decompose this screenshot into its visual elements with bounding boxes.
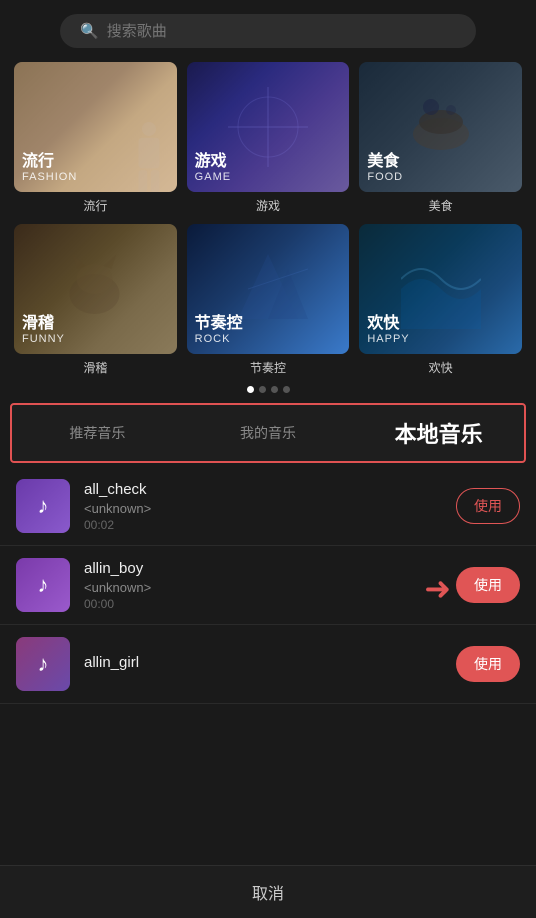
dot-1 bbox=[247, 386, 254, 393]
cancel-label: 取消 bbox=[252, 886, 284, 903]
use-button-allin-girl[interactable]: 使用 bbox=[456, 646, 520, 682]
genre-thumb-happy: 欢快 HAPPY bbox=[359, 224, 522, 354]
genre-text-food: 美食 FOOD bbox=[367, 152, 403, 184]
dot-2 bbox=[259, 386, 266, 393]
song-list: ♪ all_check <unknown> 00:02 使用 ♪ allin_b… bbox=[0, 467, 536, 704]
genre-item-funny[interactable]: 滑稽 FUNNY 滑稽 bbox=[14, 224, 177, 376]
song-artist-all-check: <unknown> bbox=[84, 501, 442, 516]
song-item-allin-girl: ♪ allin_girl 使用 bbox=[0, 625, 536, 704]
genre-thumb-rock: 节奏控 ROCK bbox=[187, 224, 350, 354]
use-button-allin-boy[interactable]: 使用 bbox=[456, 567, 520, 603]
song-info-all-check: all_check <unknown> 00:02 bbox=[84, 481, 442, 532]
song-thumb-allin-girl: ♪ bbox=[16, 637, 70, 691]
song-artist-allin-boy: <unknown> bbox=[84, 580, 442, 595]
genre-item-fashion[interactable]: 流行 FASHION 流行 bbox=[14, 62, 177, 214]
song-duration-allin-boy: 00:00 bbox=[84, 597, 442, 611]
genre-section: 流行 FASHION 流行 游戏 GAME bbox=[0, 58, 536, 376]
tabs-section: 推荐音乐 我的音乐 本地音乐 bbox=[10, 403, 526, 463]
use-button-all-check[interactable]: 使用 bbox=[456, 488, 520, 524]
song-name-all-check: all_check bbox=[84, 481, 442, 498]
search-input[interactable] bbox=[107, 23, 456, 40]
song-name-allin-boy: allin_boy bbox=[84, 560, 442, 577]
genre-row-1: 流行 FASHION 流行 游戏 GAME bbox=[14, 62, 522, 214]
song-info-allin-girl: allin_girl bbox=[84, 654, 442, 674]
genre-item-happy[interactable]: 欢快 HAPPY 欢快 bbox=[359, 224, 522, 376]
genre-thumb-food: 美食 FOOD bbox=[359, 62, 522, 192]
song-thumb-all-check: ♪ bbox=[16, 479, 70, 533]
music-note-icon-2: ♪ bbox=[38, 572, 49, 598]
song-item-all-check: ♪ all_check <unknown> 00:02 使用 bbox=[0, 467, 536, 546]
genre-label-game: 游戏 bbox=[256, 197, 280, 214]
tab-recommended[interactable]: 推荐音乐 bbox=[12, 421, 183, 445]
music-note-icon: ♪ bbox=[38, 493, 49, 519]
arrow-indicator: ➜ bbox=[424, 570, 451, 601]
music-note-icon-3: ♪ bbox=[38, 651, 49, 677]
genre-label-funny: 滑稽 bbox=[83, 359, 107, 376]
search-icon: 🔍 bbox=[80, 22, 99, 40]
genre-item-food[interactable]: 美食 FOOD 美食 bbox=[359, 62, 522, 214]
genre-text-fashion: 流行 FASHION bbox=[22, 152, 77, 184]
genre-text-funny: 滑稽 FUNNY bbox=[22, 314, 65, 346]
song-thumb-allin-boy: ♪ bbox=[16, 558, 70, 612]
genre-row-2: 滑稽 FUNNY 滑稽 节奏控 ROCK bbox=[14, 224, 522, 376]
genre-label-fashion: 流行 bbox=[83, 197, 107, 214]
tab-my-music[interactable]: 我的音乐 bbox=[183, 421, 354, 445]
page-dots bbox=[0, 386, 536, 393]
tab-local-music[interactable]: 本地音乐 bbox=[353, 415, 524, 451]
genre-item-game[interactable]: 游戏 GAME 游戏 bbox=[187, 62, 350, 214]
song-name-allin-girl: allin_girl bbox=[84, 654, 442, 671]
cancel-bar[interactable]: 取消 bbox=[0, 865, 536, 918]
dot-3 bbox=[271, 386, 278, 393]
song-info-allin-boy: allin_boy <unknown> 00:00 bbox=[84, 560, 442, 611]
genre-text-rock: 节奏控 ROCK bbox=[195, 314, 243, 346]
genre-thumb-game: 游戏 GAME bbox=[187, 62, 350, 192]
genre-thumb-fashion: 流行 FASHION bbox=[14, 62, 177, 192]
genre-text-happy: 欢快 HAPPY bbox=[367, 314, 409, 346]
genre-label-rock: 节奏控 bbox=[250, 359, 286, 376]
genre-label-food: 美食 bbox=[429, 197, 453, 214]
genre-label-happy: 欢快 bbox=[429, 359, 453, 376]
search-bar: 🔍 bbox=[0, 0, 536, 58]
search-input-wrap[interactable]: 🔍 bbox=[60, 14, 476, 48]
song-duration-all-check: 00:02 bbox=[84, 518, 442, 532]
song-item-allin-boy: ♪ allin_boy <unknown> 00:00 ➜ 使用 bbox=[0, 546, 536, 625]
genre-thumb-funny: 滑稽 FUNNY bbox=[14, 224, 177, 354]
genre-text-game: 游戏 GAME bbox=[195, 152, 231, 184]
genre-item-rock[interactable]: 节奏控 ROCK 节奏控 bbox=[187, 224, 350, 376]
dot-4 bbox=[283, 386, 290, 393]
